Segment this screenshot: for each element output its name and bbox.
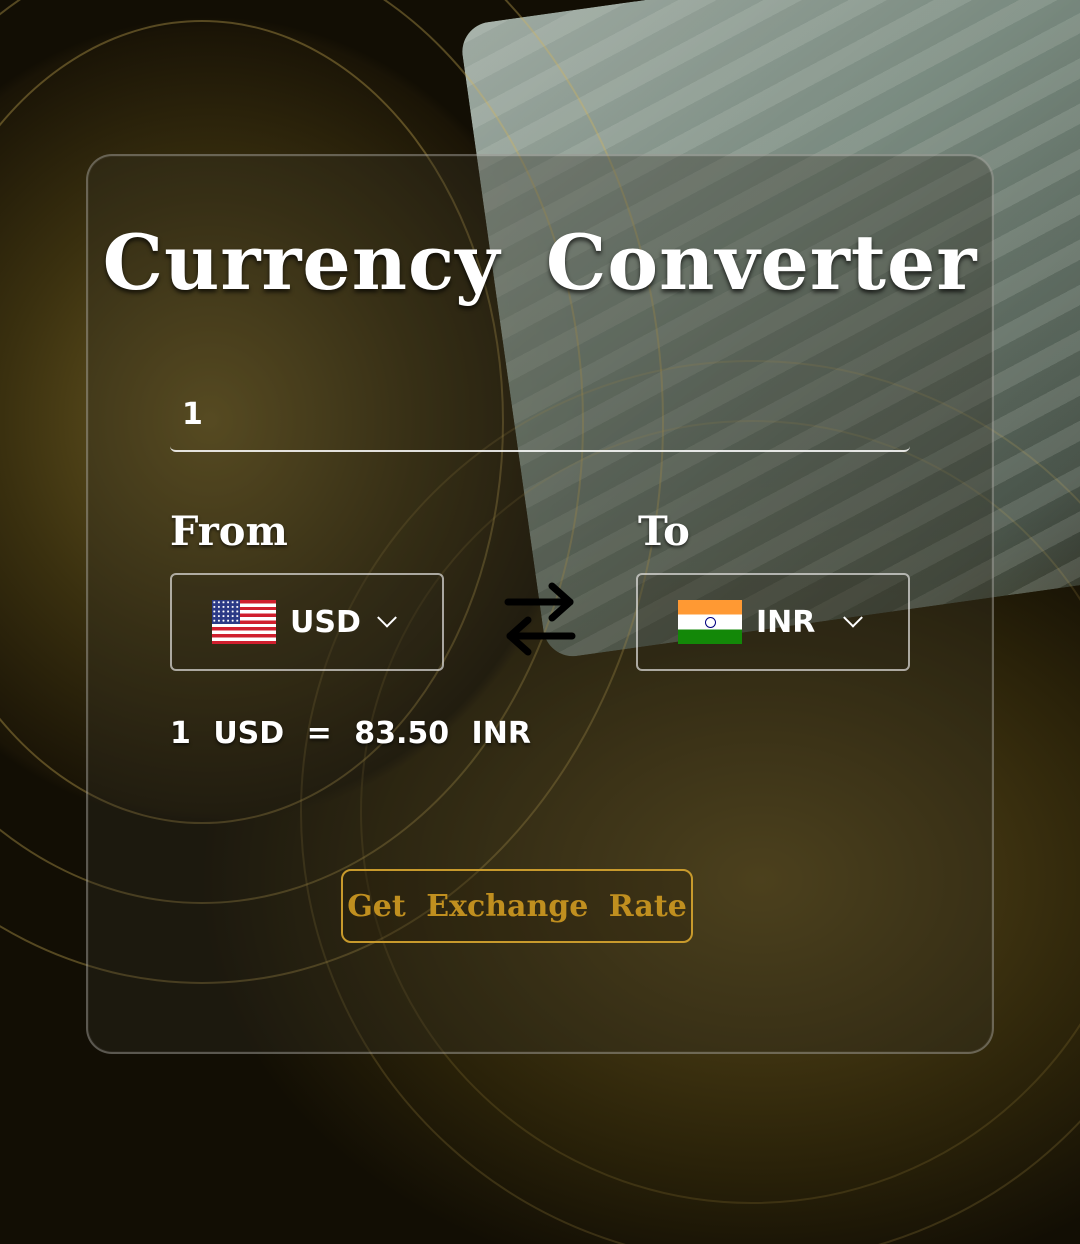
from-currency-select[interactable]: USD xyxy=(170,573,444,671)
exchange-rate-result: 1 USD = 83.50 INR xyxy=(170,716,531,751)
page-title: Currency Converter xyxy=(102,218,978,307)
swap-arrows-icon[interactable] xyxy=(500,578,580,660)
from-label: From xyxy=(170,508,288,555)
chevron-down-icon xyxy=(843,607,863,628)
amount-field-wrapper xyxy=(170,378,910,452)
us-flag-icon xyxy=(212,600,276,644)
from-currency-code: USD xyxy=(290,604,361,640)
amount-input[interactable] xyxy=(170,378,910,450)
india-flag-icon xyxy=(678,600,742,644)
get-exchange-rate-button[interactable]: Get Exchange Rate xyxy=(341,869,693,943)
to-label: To xyxy=(638,508,690,555)
to-currency-code: INR xyxy=(756,604,816,640)
to-currency-select[interactable]: INR xyxy=(636,573,910,671)
chevron-down-icon xyxy=(377,607,397,628)
